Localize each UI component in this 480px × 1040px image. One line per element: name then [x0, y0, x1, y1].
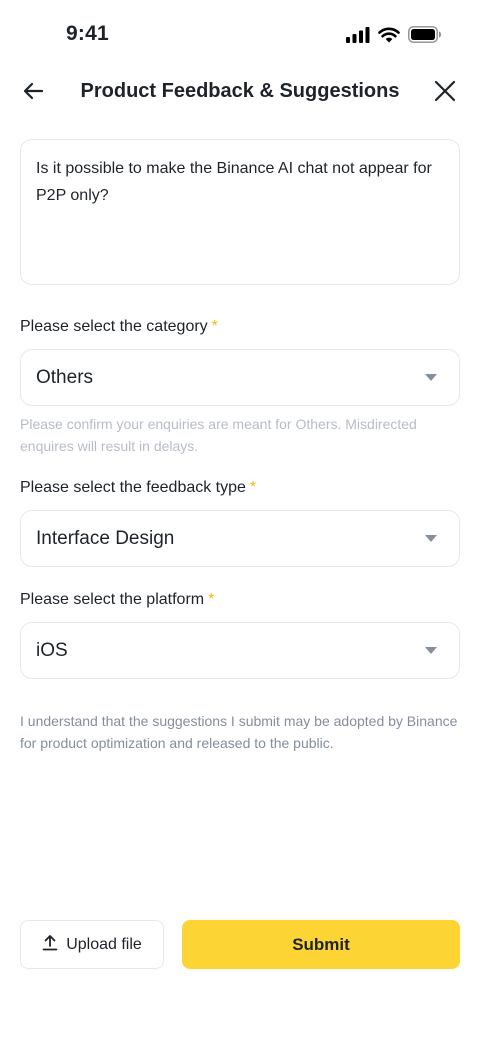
- feedback-screen: 9:41 Product Feedback & Suggestions Is i…: [0, 0, 480, 1040]
- category-helper-text: Please confirm your enquiries are meant …: [20, 416, 417, 454]
- feedback-type-value: Interface Design: [36, 527, 175, 549]
- close-icon: [434, 80, 456, 107]
- status-icons: [346, 26, 442, 48]
- platform-value: iOS: [36, 639, 68, 661]
- battery-icon: [408, 26, 442, 48]
- feedback-textarea[interactable]: Is it possible to make the Binance AI ch…: [20, 139, 460, 285]
- caret-down-icon: [425, 535, 437, 542]
- required-star: *: [208, 591, 215, 608]
- category-label: Please select the category *: [20, 318, 218, 336]
- category-value: Others: [36, 366, 94, 388]
- feedback-type-select[interactable]: Interface Design: [20, 510, 460, 567]
- platform-label-text: Please select the platform: [20, 591, 205, 608]
- header-bar: Product Feedback & Suggestions: [0, 72, 480, 114]
- status-bar: 9:41: [0, 0, 480, 72]
- caret-down-icon: [425, 647, 437, 654]
- submit-button[interactable]: Submit: [182, 920, 460, 969]
- platform-select[interactable]: iOS: [20, 622, 460, 679]
- required-star: *: [249, 479, 257, 496]
- upload-icon: [42, 934, 58, 956]
- status-time: 9:41: [66, 22, 109, 45]
- disclaimer-text: I understand that the suggestions I subm…: [20, 713, 458, 751]
- feedback-type-label-text: Please select the feedback type: [20, 479, 246, 496]
- caret-down-icon: [425, 374, 437, 381]
- upload-file-button[interactable]: Upload file: [20, 920, 164, 969]
- cellular-signal-icon: [346, 26, 370, 48]
- close-button[interactable]: [430, 78, 460, 108]
- required-star: *: [211, 318, 218, 335]
- category-select[interactable]: Others: [20, 349, 460, 406]
- platform-label: Please select the platform *: [20, 591, 214, 609]
- feedback-type-label: Please select the feedback type *: [20, 479, 256, 497]
- upload-file-label: Upload file: [66, 935, 142, 953]
- page-title: Product Feedback & Suggestions: [80, 80, 400, 102]
- wifi-icon: [378, 27, 400, 48]
- category-label-text: Please select the category: [20, 318, 208, 335]
